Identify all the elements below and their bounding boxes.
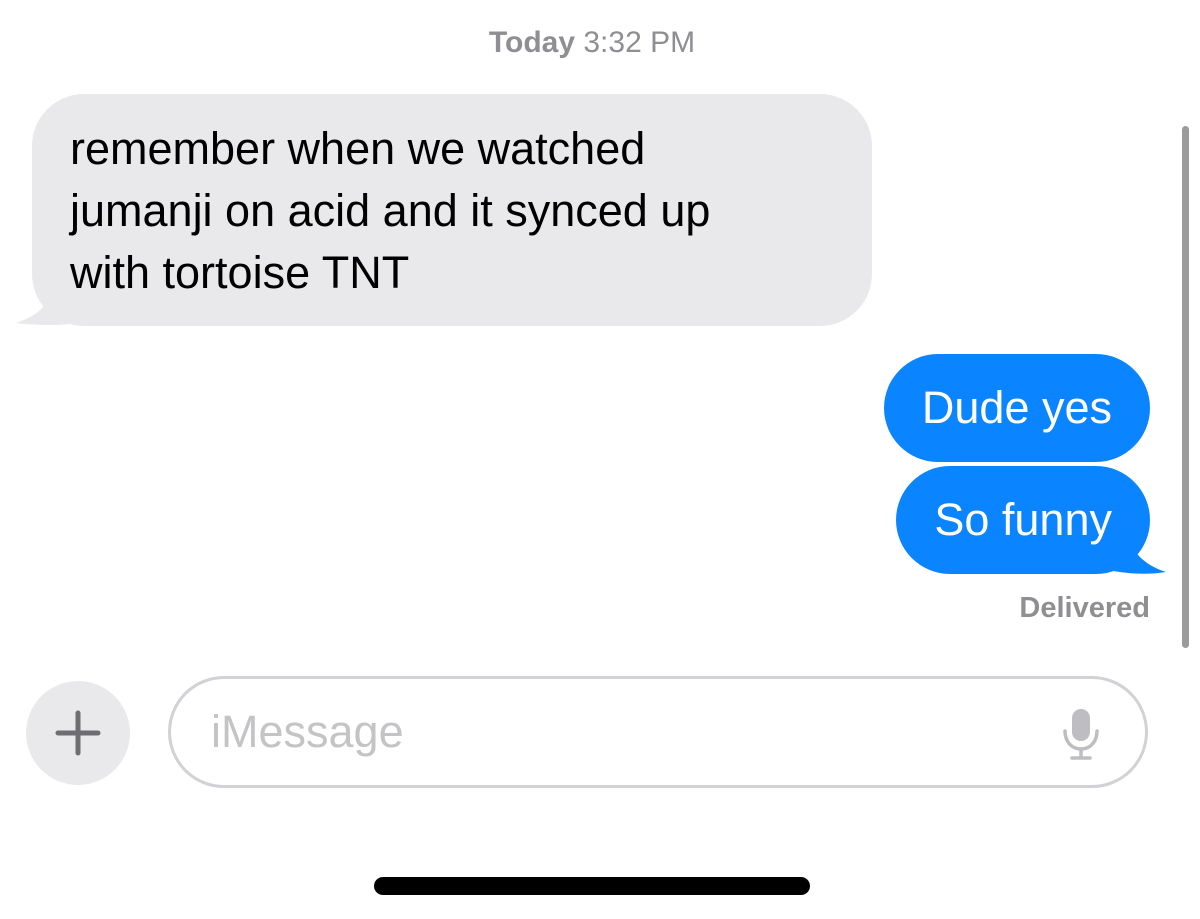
timestamp-time: 3:32 PM [583,26,696,59]
delivery-status: Delivered [1019,592,1150,624]
add-attachment-button[interactable] [26,681,130,785]
plus-icon [55,710,101,756]
outgoing-message-bubble[interactable]: Dude yes [883,354,1150,462]
timestamp-day: Today [488,26,576,59]
outgoing-message-text: So funny [934,494,1112,545]
conversation-timestamp: Today 3:32 PM [0,26,1184,60]
scroll-indicator[interactable] [1182,126,1189,648]
outgoing-message-bubble[interactable]: So funny [896,466,1150,574]
incoming-message-line: remember when we watched [70,123,646,174]
microphone-icon[interactable] [1061,707,1101,761]
message-input[interactable]: iMessage [168,676,1148,788]
incoming-message-line: jumanji on acid and it synced up [70,185,711,236]
outgoing-message-text: Dude yes [921,382,1112,433]
incoming-message-bubble[interactable]: remember when we watched jumanji on acid… [32,94,872,326]
incoming-message-line: with tortoise TNT [70,247,410,298]
home-indicator[interactable] [374,877,810,895]
message-input-placeholder: iMessage [211,706,404,757]
